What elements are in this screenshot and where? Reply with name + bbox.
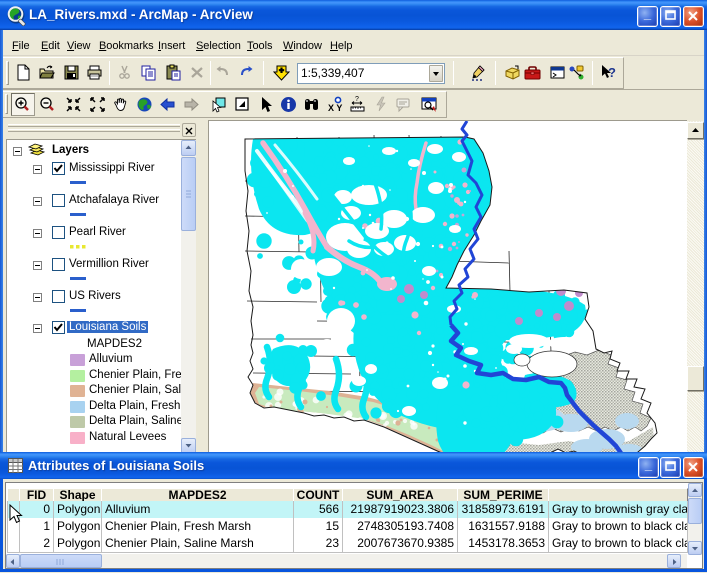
- svg-text:?: ?: [355, 96, 359, 103]
- svg-text:X Y: X Y: [328, 103, 342, 113]
- svg-text:?: ?: [608, 65, 616, 80]
